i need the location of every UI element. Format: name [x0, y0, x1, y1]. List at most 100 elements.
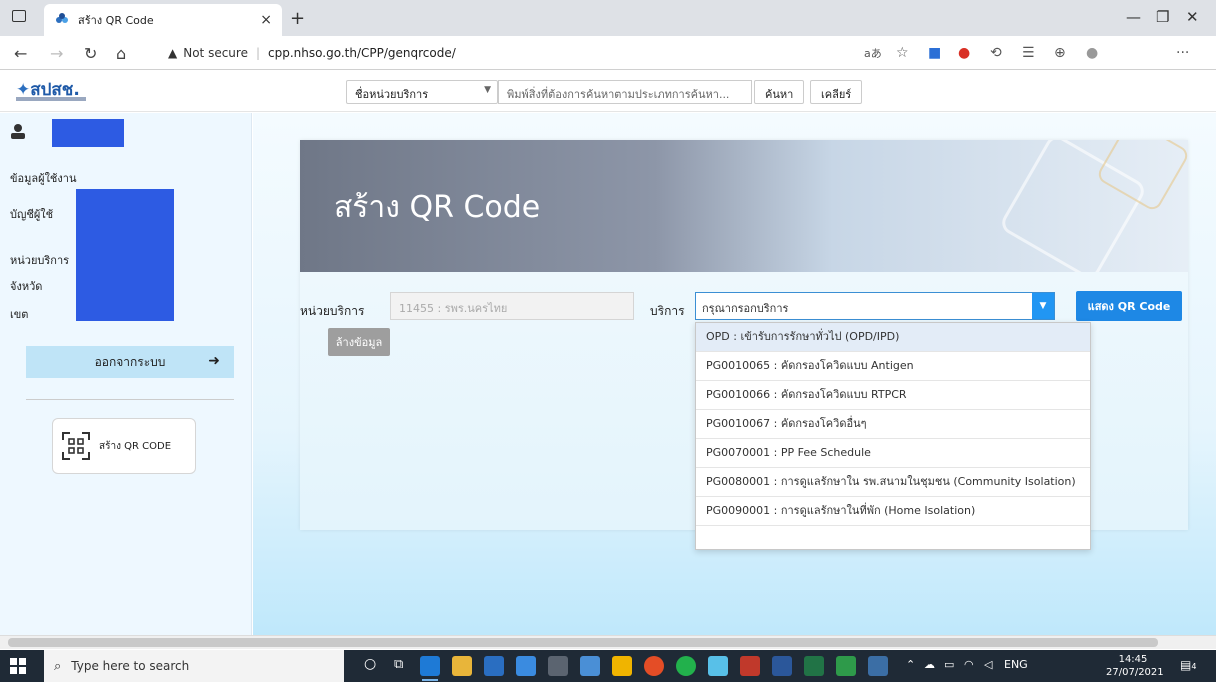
site-header: ✦สปสช. ชื่อหน่วยบริการ ▼ พิมพ์สิ่งที่ต้อ… — [0, 70, 1216, 112]
list-item[interactable]: PG0010066 : คัดกรองโควิดแบบ RTPCR — [696, 381, 1090, 410]
logo-subtitle-bar — [16, 97, 86, 101]
line-app-icon[interactable] — [676, 656, 696, 676]
onedrive-icon[interactable]: ☁ — [924, 658, 935, 671]
service-unit-label: หน่วยบริการ — [10, 254, 70, 267]
language-indicator[interactable]: ENG — [1004, 658, 1028, 671]
collections-icon[interactable]: ⊕ — [1054, 45, 1066, 61]
user-icon — [11, 124, 25, 139]
read-aloud-icon[interactable]: aあ — [864, 45, 882, 61]
app-icon-3[interactable] — [836, 656, 856, 676]
refresh-icon[interactable]: ↻ — [84, 44, 97, 63]
security-label: Not secure — [183, 46, 248, 60]
clear-data-button[interactable]: ล้างข้อมูล — [328, 328, 390, 356]
list-item[interactable]: PG0010065 : คัดกรองโควิดแบบ Antigen — [696, 352, 1090, 381]
scrollbar-thumb[interactable] — [8, 638, 1158, 647]
province-label: จังหวัด — [10, 280, 43, 293]
logout-icon: ➜ — [208, 353, 220, 369]
paint-icon[interactable] — [708, 656, 728, 676]
search-type-value: ชื่อหน่วยบริการ — [355, 88, 429, 101]
logout-button[interactable]: ออกจากระบบ ➜ — [26, 346, 234, 378]
taskbar-search-placeholder: Type here to search — [71, 659, 190, 673]
taskbar-search-input[interactable]: ⌕ Type here to search — [44, 650, 344, 682]
search-input[interactable]: พิมพ์สิ่งที่ต้องการค้นหาตามประเภทการค้นห… — [498, 80, 752, 104]
list-item[interactable]: PG0070001 : PP Fee Schedule — [696, 439, 1090, 468]
clock-date: 27/07/2021 — [1106, 667, 1164, 678]
favorites-list-icon[interactable]: ☰ — [1022, 45, 1035, 61]
app-icon-4[interactable] — [868, 656, 888, 676]
tab-close-icon[interactable]: × — [260, 12, 272, 28]
search-button[interactable]: ค้นหา — [754, 80, 805, 104]
page-title: สร้าง QR Code — [334, 190, 541, 225]
wifi-icon[interactable]: ◠ — [964, 658, 974, 671]
profile-avatar-icon[interactable]: ● — [1086, 45, 1098, 61]
zone-label: เขต — [10, 308, 29, 321]
unit-field[interactable]: 11455 : รพร.นครไทย — [390, 292, 634, 320]
user-info-label: ข้อมูลผู้ใช้งาน — [10, 172, 77, 185]
cortana-icon[interactable]: ○ — [364, 656, 376, 672]
volume-icon[interactable]: ◁ — [984, 658, 992, 671]
restore-icon[interactable]: ❐ — [1156, 8, 1169, 26]
store-icon[interactable] — [484, 656, 504, 676]
adblock-icon[interactable]: ● — [958, 45, 970, 61]
list-item[interactable]: PG0080001 : การดูแลรักษาใน รพ.สนามในชุมช… — [696, 468, 1090, 497]
back-icon[interactable]: ← — [14, 44, 27, 63]
battery-icon[interactable]: ▭ — [944, 658, 954, 671]
favorite-star-icon[interactable]: ☆ — [896, 45, 909, 61]
search-type-select[interactable]: ชื่อหน่วยบริการ ▼ — [346, 80, 498, 104]
clear-button[interactable]: เคลียร์ — [810, 80, 863, 104]
url-field[interactable]: ▲ Not secure | cpp.nhso.go.th/CPP/genqrc… — [168, 40, 908, 66]
list-item[interactable]: OPD : เข้ารับการรักษาทั่วไป (OPD/IPD) — [696, 323, 1090, 352]
sidebar: ข้อมูลผู้ใช้งาน บัญชีผู้ใช้ หน่วยบริการ … — [0, 113, 252, 635]
mail-icon[interactable] — [516, 656, 536, 676]
tab-title: สร้าง QR Code — [78, 14, 154, 27]
task-view-icon[interactable]: ⧉ — [394, 657, 403, 672]
qr-menu-label: สร้าง QR CODE — [99, 440, 172, 452]
redacted-user-details — [76, 189, 174, 321]
extension-zoom-icon[interactable]: ■ — [928, 45, 941, 61]
word-icon[interactable] — [772, 656, 792, 676]
excel-icon[interactable] — [804, 656, 824, 676]
settings-app-icon[interactable] — [548, 656, 568, 676]
close-window-icon[interactable]: ✕ — [1186, 8, 1199, 26]
extensions-icon[interactable]: ⟲ — [990, 45, 1002, 61]
unit-label: หน่วยบริการ — [300, 304, 365, 318]
file-explorer-icon[interactable] — [452, 656, 472, 676]
qr-code-icon — [62, 432, 90, 460]
tab-actions-icon[interactable] — [12, 10, 26, 22]
address-bar: ← → ↻ ⌂ ▲ Not secure | cpp.nhso.go.th/CP… — [0, 36, 1216, 70]
chevron-down-icon[interactable]: ▼ — [1032, 293, 1054, 319]
notifications-icon[interactable]: ▤4 — [1180, 658, 1196, 672]
horizontal-scrollbar[interactable] — [0, 635, 1216, 649]
logout-label: ออกจากระบบ — [94, 354, 166, 369]
service-select[interactable]: กรุณากรอกบริการ ▼ — [695, 292, 1055, 320]
minimize-icon[interactable]: — — [1126, 8, 1141, 26]
sidebar-item-create-qr[interactable]: สร้าง QR CODE — [52, 418, 196, 474]
browser-tab-active[interactable]: สร้าง QR Code × — [44, 4, 282, 36]
more-menu-icon[interactable]: ··· — [1176, 45, 1189, 61]
edge-browser-icon[interactable] — [420, 656, 440, 681]
list-item[interactable]: PG0010067 : คัดกรองโควิดอื่นๆ — [696, 410, 1090, 439]
show-qr-button[interactable]: แสดง QR Code — [1076, 291, 1182, 321]
home-icon[interactable]: ⌂ — [116, 44, 126, 63]
sidebar-divider — [26, 399, 234, 400]
list-item[interactable]: PG0090001 : การดูแลรักษาในที่พัก (Home I… — [696, 497, 1090, 526]
sticky-notes-icon[interactable] — [612, 656, 632, 676]
clock-time: 14:45 — [1118, 654, 1148, 665]
account-label: บัญชีผู้ใช้ — [10, 208, 54, 221]
browser-tab-bar: สร้าง QR Code × + — ❐ ✕ — [0, 0, 1216, 36]
page-banner: สร้าง QR Code — [300, 140, 1188, 272]
search-icon: ⌕ — [54, 658, 62, 674]
notification-count: 4 — [1191, 662, 1197, 671]
app-icon-1[interactable] — [580, 656, 600, 676]
forward-icon[interactable]: → — [50, 44, 63, 63]
taskbar-clock[interactable]: 14:45 27/07/2021 — [1106, 653, 1164, 679]
windows-start-icon[interactable] — [10, 658, 26, 674]
new-tab-button[interactable]: + — [290, 8, 305, 29]
warning-icon: ▲ — [168, 46, 178, 60]
chevron-down-icon: ▼ — [484, 85, 491, 95]
windows-taskbar: ⌕ Type here to search ○ ⧉ ⌃ ☁ ▭ ◠ ◁ ENG … — [0, 650, 1216, 682]
chrome-icon[interactable] — [644, 656, 664, 676]
app-icon-2[interactable] — [740, 656, 760, 676]
url-separator: | — [255, 46, 261, 60]
tray-chevron-icon[interactable]: ⌃ — [906, 658, 915, 671]
